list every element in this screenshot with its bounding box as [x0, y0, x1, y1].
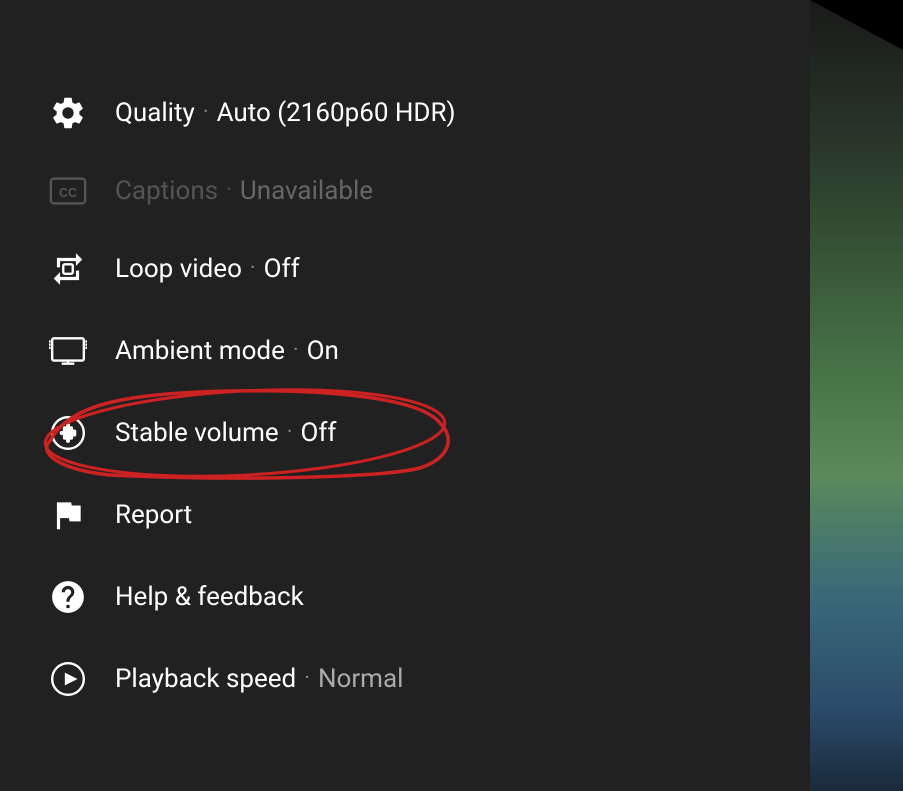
captions-label: Captions — [115, 176, 218, 206]
stable-volume-icon — [40, 414, 95, 452]
stable-volume-value: Off — [300, 418, 336, 448]
ambient-text: Ambient mode · On — [115, 336, 339, 366]
landscape-image — [810, 0, 903, 791]
gear-icon — [40, 94, 95, 132]
flag-icon — [40, 496, 95, 534]
loop-label: Loop video — [115, 254, 242, 284]
quality-menu-item[interactable]: Quality · Auto (2160p60 HDR) — [0, 72, 810, 154]
video-thumbnail — [810, 0, 903, 791]
quality-label: Quality — [115, 98, 195, 128]
captions-value: Unavailable — [240, 176, 373, 206]
corner-triangle — [810, 0, 903, 50]
help-text: Help & feedback — [115, 582, 304, 612]
report-label: Report — [115, 500, 192, 530]
loop-text: Loop video · Off — [115, 254, 300, 284]
help-menu-item[interactable]: Help & feedback — [0, 556, 810, 638]
loop-separator: · — [250, 256, 256, 281]
quality-text: Quality · Auto (2160p60 HDR) — [115, 98, 456, 128]
report-text: Report — [115, 500, 192, 530]
loop-value: Off — [264, 254, 300, 284]
captions-menu-item: CC Captions · Unavailable — [0, 154, 810, 228]
ambient-icon — [40, 332, 95, 370]
ambient-separator: · — [293, 338, 299, 363]
settings-menu: Quality · Auto (2160p60 HDR) CC Captions… — [0, 0, 810, 791]
captions-text: Captions · Unavailable — [115, 176, 373, 206]
stable-volume-menu-item[interactable]: Stable volume · Off — [0, 392, 810, 474]
playback-speed-icon — [40, 660, 95, 698]
quality-separator: · — [203, 100, 209, 125]
ambient-mode-menu-item[interactable]: Ambient mode · On — [0, 310, 810, 392]
playback-speed-label: Playback speed — [115, 664, 296, 694]
svg-text:CC: CC — [59, 186, 77, 200]
stable-volume-text: Stable volume · Off — [115, 418, 336, 448]
ambient-value: On — [307, 336, 339, 366]
playback-speed-separator: · — [304, 666, 310, 691]
playback-speed-menu-item[interactable]: Playback speed · Normal — [0, 638, 810, 720]
stable-volume-label: Stable volume — [115, 418, 279, 448]
playback-speed-text: Playback speed · Normal — [115, 664, 403, 694]
cc-icon: CC — [40, 177, 95, 205]
help-label: Help & feedback — [115, 582, 304, 612]
captions-separator: · — [226, 178, 232, 203]
loop-icon — [40, 250, 95, 288]
report-menu-item[interactable]: Report — [0, 474, 810, 556]
ambient-label: Ambient mode — [115, 336, 285, 366]
help-icon — [40, 578, 95, 616]
loop-menu-item[interactable]: Loop video · Off — [0, 228, 810, 310]
playback-speed-value: Normal — [318, 664, 403, 694]
quality-value: Auto (2160p60 HDR) — [217, 98, 456, 128]
stable-volume-separator: · — [287, 420, 293, 445]
